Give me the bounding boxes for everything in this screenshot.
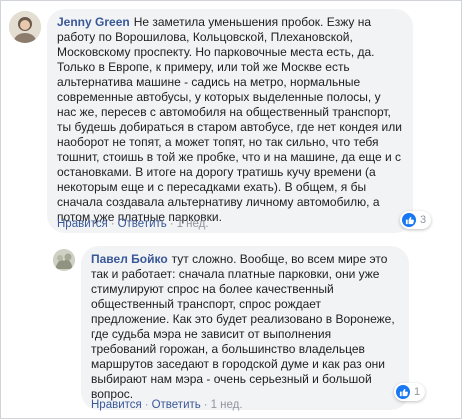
reactions-badge[interactable]: 1 [394,383,426,401]
comment-bubble: Павел Бойко тут сложно. Вообще, во всем м… [81,246,409,410]
avatar[interactable] [53,249,75,271]
separator: · [169,218,174,230]
comment-timestamp[interactable]: 1 нед. [177,218,209,230]
comment-actions: Нравится · Ответить · 1 нед. [91,399,243,411]
comment-body: Jenny Green Не заметила уменьшения пробок… [57,15,403,225]
comments-panel: Jenny Green Не заметила уменьшения пробок… [0,0,462,419]
like-link[interactable]: Нравится [57,218,108,230]
reactions-badge[interactable]: 3 [400,211,432,229]
like-icon [402,213,416,227]
comment-actions: Нравится · Ответить · 1 нед. [57,218,209,230]
separator: · [144,399,149,411]
comment-text: Не заметила уменьшения пробок. Езжу на р… [57,15,402,224]
like-icon [396,385,410,399]
reaction-count: 1 [414,386,421,398]
avatar[interactable] [9,11,41,43]
reply-link[interactable]: Ответить [118,218,167,230]
avatar-image [9,11,41,43]
comment-author[interactable]: Павел Бойко [91,252,168,266]
reply-link[interactable]: Ответить [152,399,201,411]
like-link[interactable]: Нравится [91,399,142,411]
comment-text: тут сложно. Вообще, во всем мире это так… [91,252,395,401]
reaction-count: 3 [420,214,427,226]
comment-body: Павел Бойко тут сложно. Вообще, во всем м… [91,252,399,402]
avatar-image [53,249,75,271]
comment-timestamp[interactable]: 1 нед. [211,399,243,411]
separator: · [203,399,208,411]
comment-bubble: Jenny Green Не заметила уменьшения пробок… [47,9,413,233]
comment-author[interactable]: Jenny Green [57,15,130,29]
separator: · [110,218,115,230]
